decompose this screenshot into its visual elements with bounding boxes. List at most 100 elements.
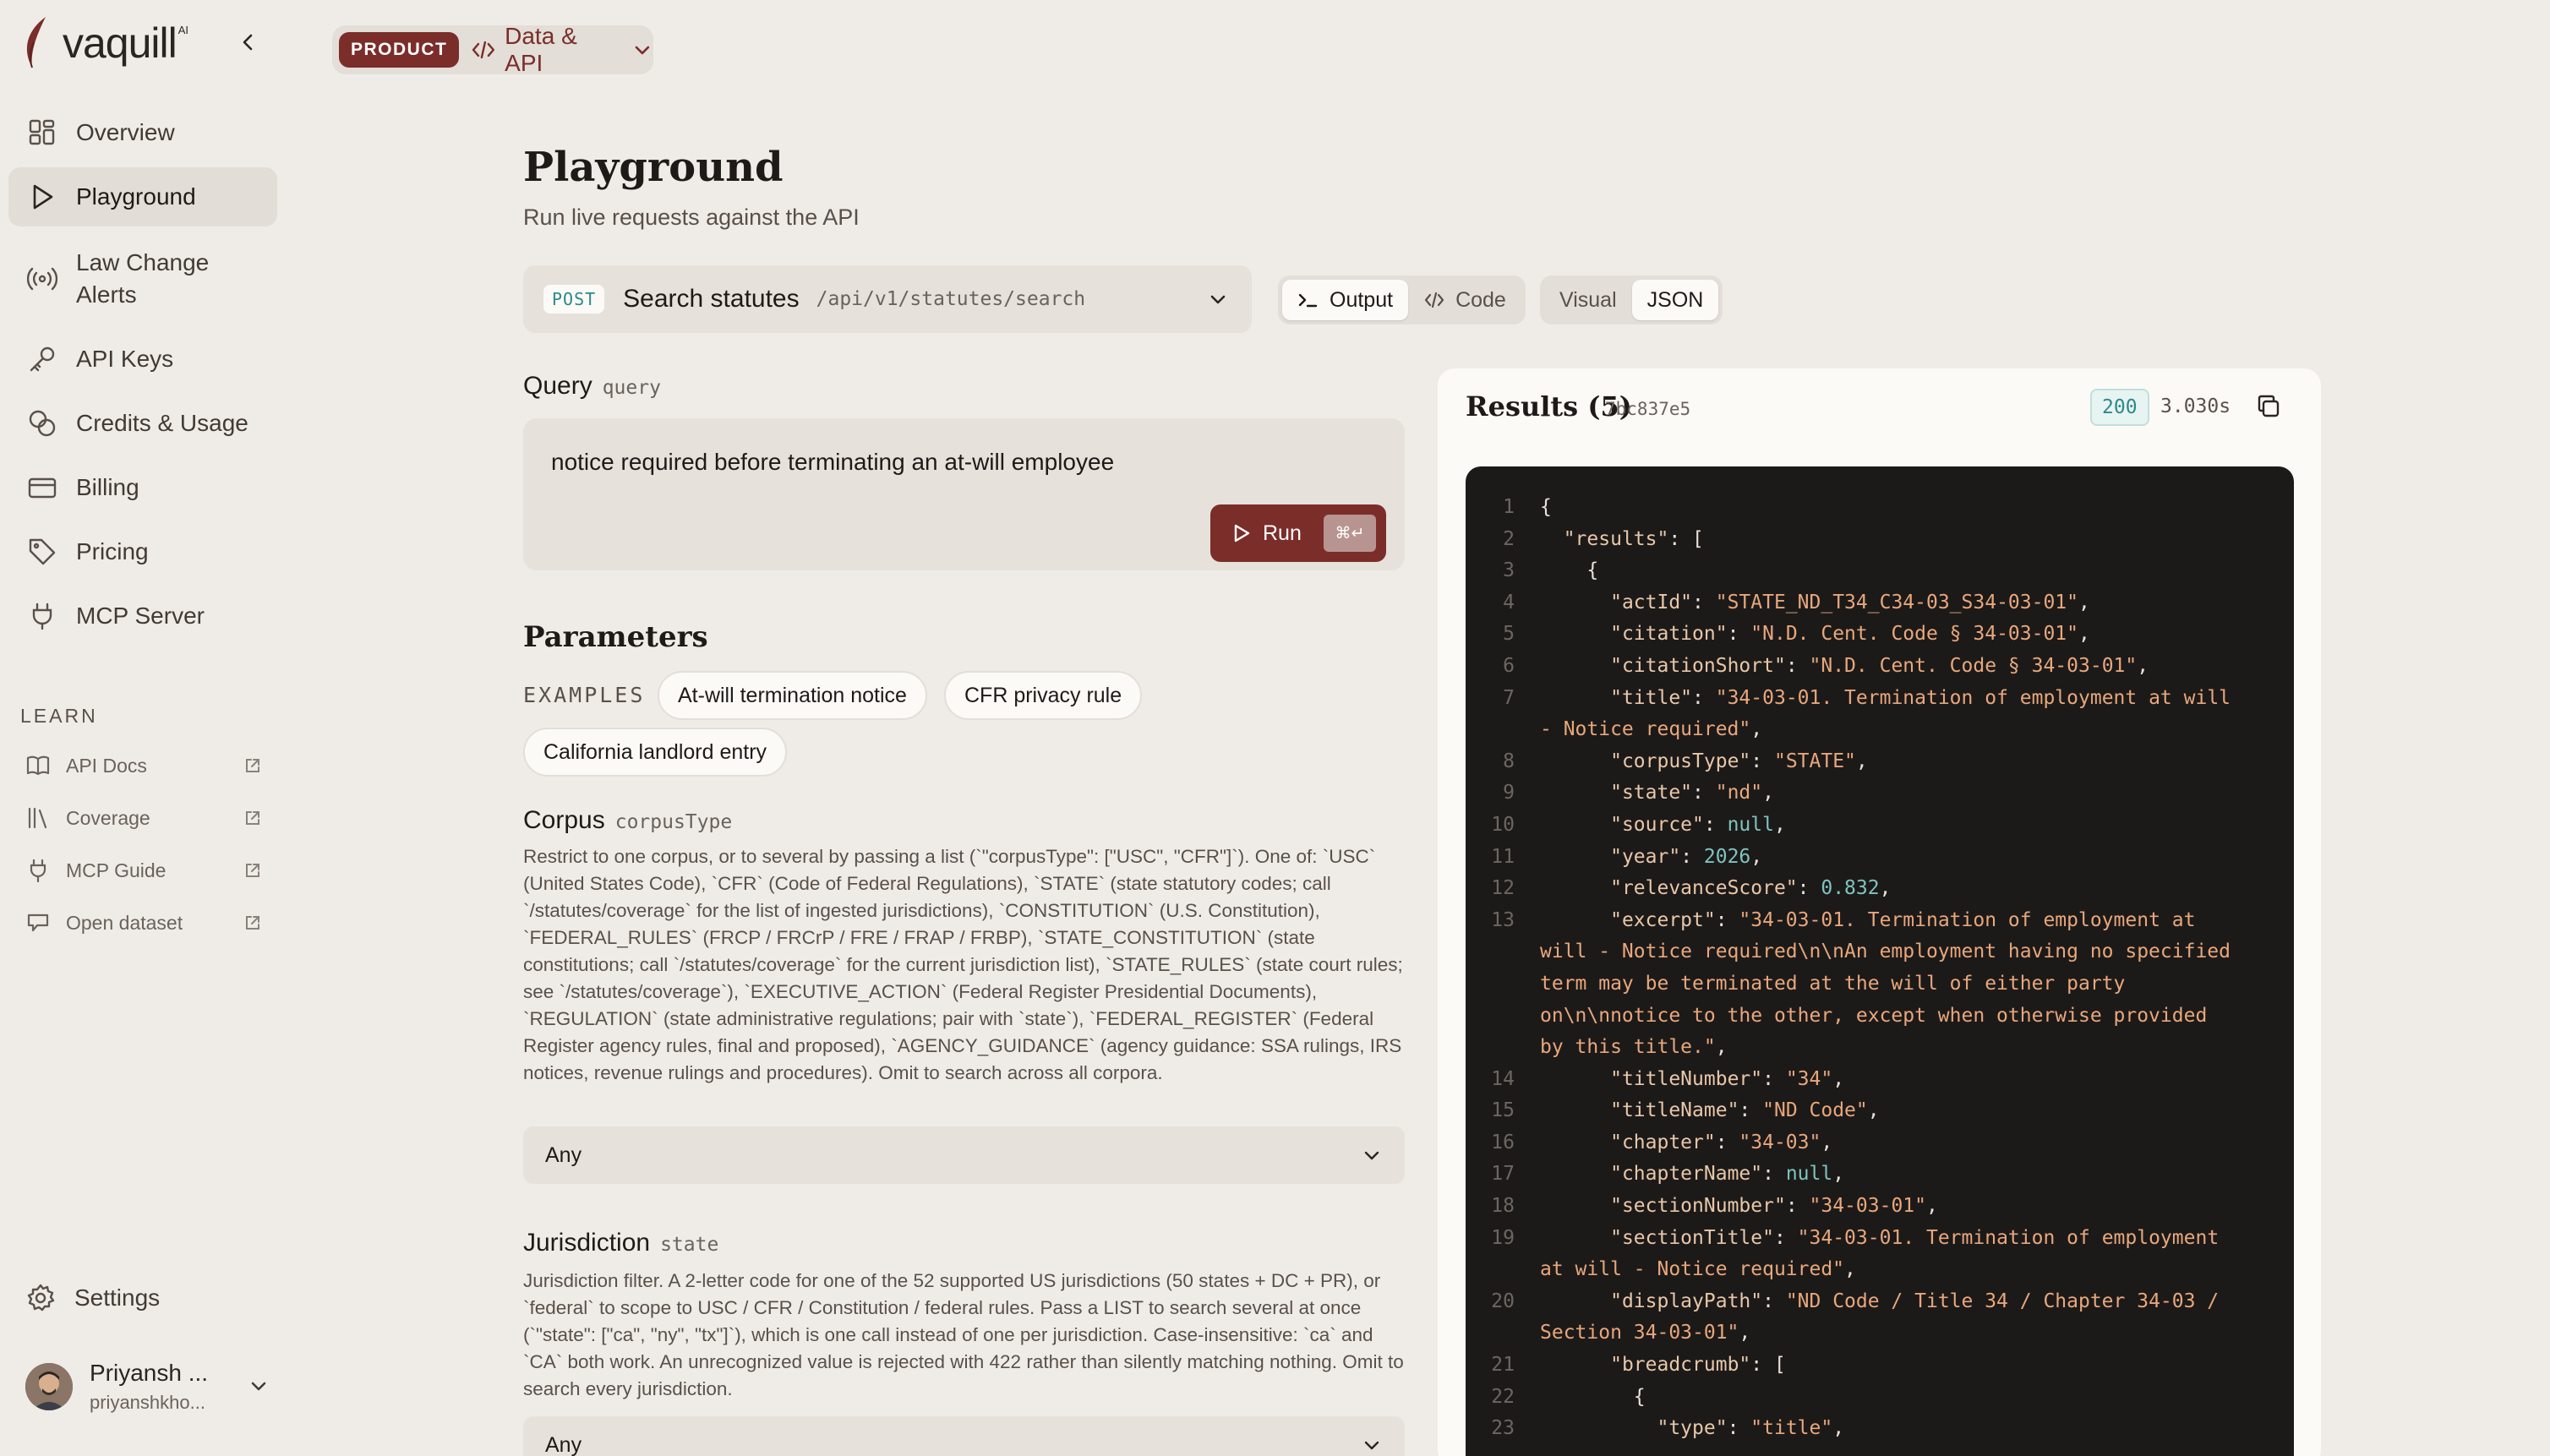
jurisdiction-key: state [660, 1234, 719, 1256]
database-icon [27, 913, 49, 932]
sidebar-item-billing[interactable]: Billing [8, 458, 277, 517]
page-subtitle: Run live requests against the API [523, 204, 860, 230]
chevron-down-icon [1210, 295, 1226, 304]
sidebar-item-label: Pricing [76, 538, 149, 564]
sidebar-item-label: Billing [76, 474, 139, 500]
query-input[interactable]: notice required before terminating an at… [551, 449, 1114, 476]
format-toggle: Visual JSON [1540, 275, 1723, 324]
plug-icon [30, 859, 46, 883]
external-link-icon [246, 864, 259, 877]
tab-code-label: Code [1455, 287, 1506, 312]
corpus-description: Restrict to one corpus, or to several by… [523, 846, 1403, 1083]
sidebar-item-label: API Keys [76, 346, 174, 372]
tab-output-label: Output [1330, 287, 1394, 312]
endpoint-select[interactable]: POST Search statutes /api/v1/statutes/se… [523, 265, 1252, 333]
code-line: 23 "type": "title", [1491, 1417, 1845, 1440]
learn-item-api-docs[interactable]: API Docs [25, 747, 262, 784]
play-icon [1234, 524, 1250, 543]
play-icon [33, 184, 53, 210]
code-line: 19 "sectionTitle": "34-03-01. Terminatio… [1491, 1226, 2231, 1281]
sidebar-item-pricing[interactable]: Pricing [8, 522, 277, 581]
jurisdiction-description: Jurisdiction filter. A 2-letter code for… [523, 1270, 1404, 1399]
learn-item-mcp-guide[interactable]: MCP Guide [25, 852, 262, 889]
code-icon [472, 41, 495, 59]
leaf-logo-icon [26, 17, 46, 68]
corpus-label-row: Corpus corpusType [523, 806, 732, 835]
product-switcher[interactable]: PRODUCT Data & API [332, 23, 653, 76]
chevron-down-icon [1364, 1441, 1379, 1450]
sidebar-item-label: Overview [76, 119, 175, 145]
jurisdiction-label-row: Jurisdiction state [523, 1229, 718, 1257]
code-line: 3 { [1503, 559, 1599, 582]
response-time: 3.030s [2160, 395, 2231, 417]
library-icon [28, 807, 47, 829]
query-field[interactable]: notice required before terminating an at… [523, 418, 1405, 570]
json-output[interactable]: 1{ 2 "results": [ 3 { 4 "actId": "STATE_… [1466, 466, 2294, 1456]
code-line: 1{ [1503, 496, 1552, 518]
learn-item-label: API Docs [66, 754, 147, 777]
example-chip[interactable]: California landlord entry [523, 728, 788, 777]
results-panel: Results (5) 7bc837e5 200 3.030s 1{ 2 "re… [1438, 368, 2321, 1456]
sidebar-item-mcp-server[interactable]: MCP Server [8, 586, 277, 646]
settings-label: Settings [74, 1284, 161, 1311]
tab-json[interactable]: JSON [1631, 280, 1719, 320]
learn-section-title: LEARN [20, 705, 98, 727]
learn-item-coverage[interactable]: Coverage [25, 799, 262, 837]
product-badge: PRODUCT [339, 32, 460, 68]
key-icon [30, 346, 55, 372]
plug-icon [32, 603, 52, 630]
learn-item-label: MCP Guide [66, 859, 167, 881]
run-button-label: Run [1263, 521, 1302, 545]
chevron-down-icon [635, 46, 650, 55]
run-button[interactable]: Run ⌘↵ [1210, 504, 1386, 562]
code-line: 11 "year": 2026, [1491, 845, 1763, 868]
sidebar-item-settings[interactable]: Settings [25, 1283, 160, 1313]
code-line: 18 "sectionNumber": "34-03-01", [1491, 1195, 1938, 1218]
query-label: Query [523, 372, 592, 400]
json-lines: 1{ 2 "results": [ 3 { 4 "actId": "STATE_… [1466, 492, 2235, 1445]
jurisdiction-select[interactable]: Any [523, 1416, 1405, 1456]
learn-item-open-dataset[interactable]: Open dataset [25, 904, 262, 941]
endpoint-path: /api/v1/statutes/search [816, 288, 1086, 310]
tab-code[interactable]: Code [1408, 280, 1521, 320]
view-toggle: Output Code [1278, 275, 1526, 324]
external-link-icon [246, 759, 259, 772]
learn-item-label: Coverage [66, 806, 150, 829]
user-name: Priyansh ... [90, 1360, 209, 1386]
page-title: Playground [523, 144, 784, 191]
sidebar-item-api-keys[interactable]: API Keys [8, 330, 277, 389]
brand-logo[interactable]: vaquill AI [20, 15, 188, 71]
corpus-select[interactable]: Any [523, 1126, 1405, 1184]
user-menu[interactable]: Priyansh ... priyanshkho... [25, 1350, 270, 1423]
code-line: 10 "source": null, [1491, 813, 1786, 836]
user-avatar-icon [25, 1363, 73, 1410]
sidebar-item-label: Playground [76, 183, 196, 210]
chevron-down-icon [251, 1382, 266, 1391]
sidebar-item-label: MCP Server [76, 603, 205, 629]
book-icon [26, 755, 50, 776]
tab-visual[interactable]: Visual [1544, 280, 1632, 320]
sidebar-item-credits-usage[interactable]: Credits & Usage [8, 394, 277, 453]
code-line: 15 "titleName": "ND Code", [1491, 1099, 1880, 1122]
grid-icon [29, 119, 55, 145]
run-shortcut: ⌘↵ [1324, 515, 1376, 552]
copy-icon[interactable] [2254, 392, 2283, 421]
request-id: 7bc837e5 [1605, 399, 1691, 419]
code-icon [1424, 292, 1444, 308]
example-chip[interactable]: At-will termination notice [658, 671, 927, 720]
corpus-select-value: Any [545, 1142, 582, 1167]
tag-icon [29, 538, 56, 565]
tab-output[interactable]: Output [1282, 280, 1409, 320]
sidebar-item-overview[interactable]: Overview [8, 103, 277, 162]
terminal-icon [1298, 293, 1318, 308]
sidebar-item-law-change-alerts[interactable]: Law Change Alerts [8, 241, 277, 317]
code-line: 7 "title": "34-03-01. Termination of emp… [1503, 686, 2242, 741]
status-badge: 200 [2090, 389, 2149, 426]
code-line: 5 "citation": "N.D. Cent. Code § 34-03-0… [1503, 623, 2090, 646]
collapse-sidebar-icon[interactable] [237, 30, 260, 54]
sidebar-item-playground[interactable]: Playground [8, 167, 277, 226]
example-chip[interactable]: CFR privacy rule [944, 671, 1143, 720]
sidebar-item-label: Law Change Alerts [76, 249, 210, 308]
method-badge: POST [543, 285, 605, 314]
code-line: 13 "excerpt": "34-03-01. Termination of … [1491, 908, 2242, 1059]
